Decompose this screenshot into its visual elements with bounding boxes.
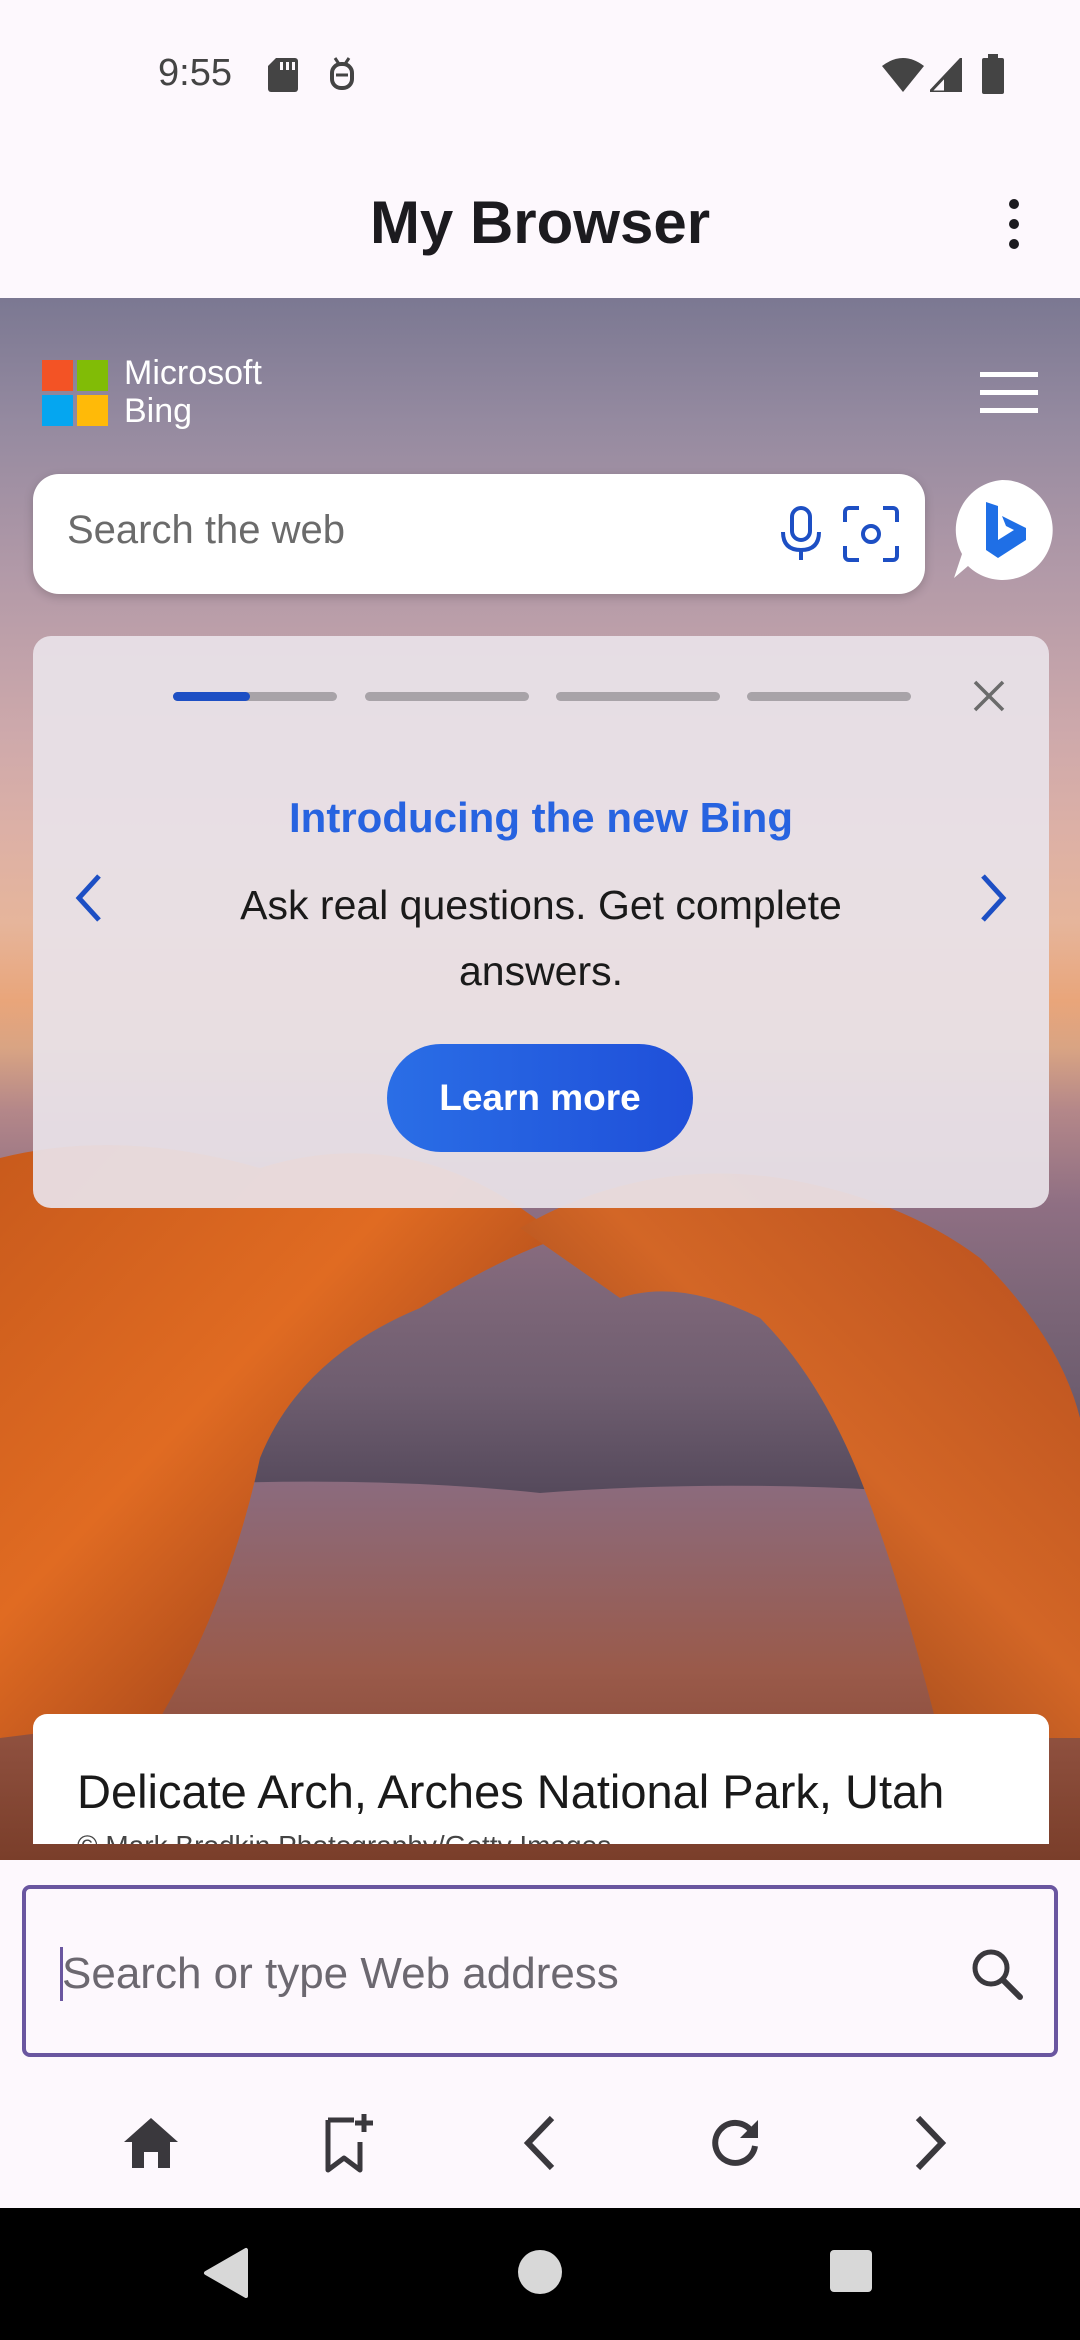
hamburger-menu-icon[interactable] [980,370,1038,416]
debug-icon [330,57,354,90]
progress-segment-1-fill [173,692,251,701]
status-bar: 9:55 [0,0,1080,150]
bing-search-box[interactable]: Search the web [33,474,925,594]
search-icon[interactable] [968,1945,1026,2003]
progress-segment-3 [556,692,720,701]
progress-segment-2 [365,692,529,701]
address-bar-input[interactable]: Search or type Web address [22,1885,1058,2057]
logo-line-2: Bing [124,392,193,430]
new-bing-promo-card: Introducing the new Bing Ask real questi… [33,636,1049,1208]
bing-search-placeholder: Search the web [67,508,345,552]
image-caption[interactable]: Delicate Arch, Arches National Park, Uta… [77,1764,944,1819]
address-bar-placeholder: Search or type Web address [62,1949,619,1998]
signal-icon [930,58,962,92]
visual-search-icon[interactable] [841,504,901,564]
promo-heading: Introducing the new Bing [289,794,793,841]
app-bar: My Browser [0,150,1080,298]
learn-more-button[interactable]: Learn more [387,1044,693,1152]
promo-body: Ask real questions. Get complete answers… [240,882,842,994]
chevron-left-icon[interactable] [69,868,109,928]
add-bookmark-icon[interactable] [312,2108,382,2178]
web-content[interactable]: Microsoft Bing Search the web Introducin… [0,298,1080,1860]
back-icon[interactable] [506,2108,576,2178]
forward-icon[interactable] [894,2108,964,2178]
system-home-icon[interactable] [516,2248,564,2296]
chevron-right-icon[interactable] [973,868,1013,928]
home-icon[interactable] [116,2108,186,2178]
refresh-icon[interactable] [700,2108,770,2178]
microphone-icon[interactable] [773,504,829,564]
system-navigation-bar [0,2208,1080,2340]
logo-line-1: Microsoft [124,354,262,392]
microsoft-logo[interactable] [42,360,108,426]
battery-icon [982,54,1004,94]
more-vert-icon[interactable] [994,196,1034,252]
image-caption-card[interactable]: Delicate Arch, Arches National Park, Uta… [33,1714,1049,1844]
wifi-icon [882,58,924,92]
system-recents-icon[interactable] [828,2248,874,2294]
image-credit: © Mark Brodkin Photography/Getty Images [77,1830,611,1844]
browser-toolbar [0,2078,1080,2208]
close-icon[interactable] [969,676,1009,716]
sd-card-icon [268,58,298,92]
app-title: My Browser [369,189,711,256]
copilot-chat-icon[interactable] [950,478,1054,582]
progress-segment-1 [173,692,337,701]
progress-segment-4 [747,692,911,701]
bing-logo-text[interactable]: Microsoft Bing [124,354,262,430]
status-time: 9:55 [158,52,232,94]
system-back-icon[interactable] [200,2246,250,2300]
